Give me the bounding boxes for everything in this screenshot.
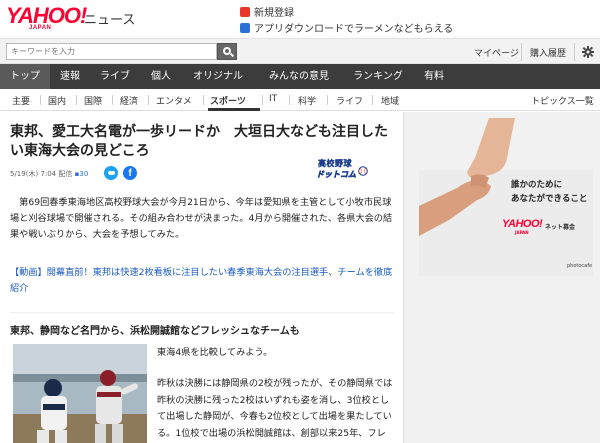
- category-international[interactable]: 国際: [84, 94, 102, 107]
- main-nav-personal[interactable]: 個人: [140, 64, 182, 89]
- purchase-history-link[interactable]: 購入履歴: [530, 46, 566, 59]
- article-lead: 第69回春季東海地区高校野球大会が今月21日から、今年は愛知県を主管として小牧市…: [10, 197, 393, 240]
- section-divider: [10, 312, 394, 313]
- gear-icon[interactable]: [582, 46, 594, 58]
- category-life[interactable]: ライフ: [336, 94, 363, 107]
- article-title: 東邦、愛工大名電が一歩リードか 大垣日大なども注目したい東海大会の見どころ: [10, 124, 388, 159]
- app-download-label: アプリダウンロードでラーメンなどもらえる: [254, 24, 454, 35]
- ad-yahoo-logo: YAHOO!: [502, 218, 543, 230]
- main-nav-top[interactable]: トップ: [0, 64, 50, 89]
- app-download-link[interactable]: アプリダウンロードでラーメンなどもらえる: [240, 20, 453, 35]
- site-header: YAHOO! JAPAN ニュース 新規登録 アプリダウンロードでラーメンなども…: [0, 0, 600, 38]
- main-nav-original[interactable]: オリジナル: [182, 64, 254, 89]
- ad-fund-label: ネット募金: [545, 224, 576, 231]
- yahoo-logo-sub: JAPAN: [29, 25, 52, 31]
- main-nav-ranking[interactable]: ランキング: [344, 64, 412, 89]
- ad-copy-line1: 誰かのために: [511, 180, 563, 190]
- search-input[interactable]: [6, 43, 217, 60]
- baseball-players-image: [13, 344, 147, 443]
- ad-photo-credit: photocafe: [567, 263, 593, 269]
- article-delivery: 配信: [58, 170, 73, 178]
- media-logo[interactable]: 高校野球 ドットコム: [316, 158, 374, 184]
- main-nav-live[interactable]: ライブ: [90, 64, 140, 89]
- category-domestic[interactable]: 国内: [48, 94, 66, 107]
- active-tab-indicator: [208, 108, 260, 111]
- article-photo[interactable]: [13, 344, 147, 443]
- service-name[interactable]: ニュース: [84, 9, 135, 28]
- media-logo-line1: 高校野球: [318, 159, 352, 168]
- category-entertainment[interactable]: エンタメ: [156, 94, 192, 107]
- article-paragraph-2: 昨秋は決勝には静岡県の2校が残ったが、その静岡県では昨秋の決勝に残った2校はいず…: [157, 378, 393, 439]
- signup-icon: [240, 7, 250, 17]
- media-logo-line2: ドットコム: [316, 170, 357, 180]
- topics-list-link[interactable]: トピックス一覧: [531, 94, 594, 107]
- twitter-share-icon[interactable]: [104, 166, 118, 180]
- category-local[interactable]: 地域: [381, 94, 399, 107]
- ad-banner[interactable]: 誰かのために あなたができること YAHOO! JAPAN ネット募金 phot…: [419, 118, 593, 276]
- facebook-share-icon[interactable]: f: [123, 166, 137, 180]
- mypage-link[interactable]: マイページ: [474, 46, 519, 59]
- comment-count[interactable]: ▪30: [75, 170, 89, 178]
- article-subheading: 東邦、静岡など名門から、浜松開誠館などフレッシュなチームも: [10, 326, 300, 337]
- category-it[interactable]: IT: [269, 94, 277, 104]
- signup-link[interactable]: 新規登録: [240, 4, 294, 19]
- ad-yahoo-logo-sub: JAPAN: [515, 230, 529, 235]
- main-nav-opinions[interactable]: みんなの意見: [254, 64, 344, 89]
- main-nav-breaking[interactable]: 速報: [50, 64, 90, 89]
- ad-copy-line2: あなたができること: [511, 194, 588, 204]
- article-paragraph-1: 東海4県を比較してみよう。: [157, 347, 273, 358]
- yahoo-logo[interactable]: YAHOO!: [6, 5, 87, 27]
- video-link[interactable]: 【動画】開幕直前！東邦は快速2枚看板に注目したい春季東海大会の注目選手、チームを…: [10, 265, 396, 297]
- baseball-icon: [358, 166, 368, 176]
- article-date: 5/19(木) 7:04: [10, 170, 57, 178]
- article-meta: 5/19(木) 7:04 配信 ▪30: [10, 169, 88, 179]
- category-economy[interactable]: 経済: [120, 94, 138, 107]
- main-nav: トップ 速報 ライブ 個人 オリジナル みんなの意見 ランキング 有料: [0, 64, 600, 89]
- category-sports[interactable]: スポーツ: [210, 94, 246, 107]
- category-nav: 主要 国内 国際 経済 エンタメ スポーツ IT 科学 ライフ 地域 トピックス…: [0, 89, 600, 111]
- search-bar-row: マイページ 購入履歴: [0, 38, 600, 64]
- article: 東邦、愛工大名電が一歩リードか 大垣日大なども注目したい東海大会の見どころ 5/…: [0, 112, 404, 443]
- signup-label: 新規登録: [254, 8, 294, 19]
- category-main[interactable]: 主要: [12, 94, 30, 107]
- main-nav-paid[interactable]: 有料: [412, 64, 456, 89]
- category-science[interactable]: 科学: [298, 94, 316, 107]
- search-button[interactable]: [217, 43, 237, 60]
- app-icon: [240, 23, 250, 33]
